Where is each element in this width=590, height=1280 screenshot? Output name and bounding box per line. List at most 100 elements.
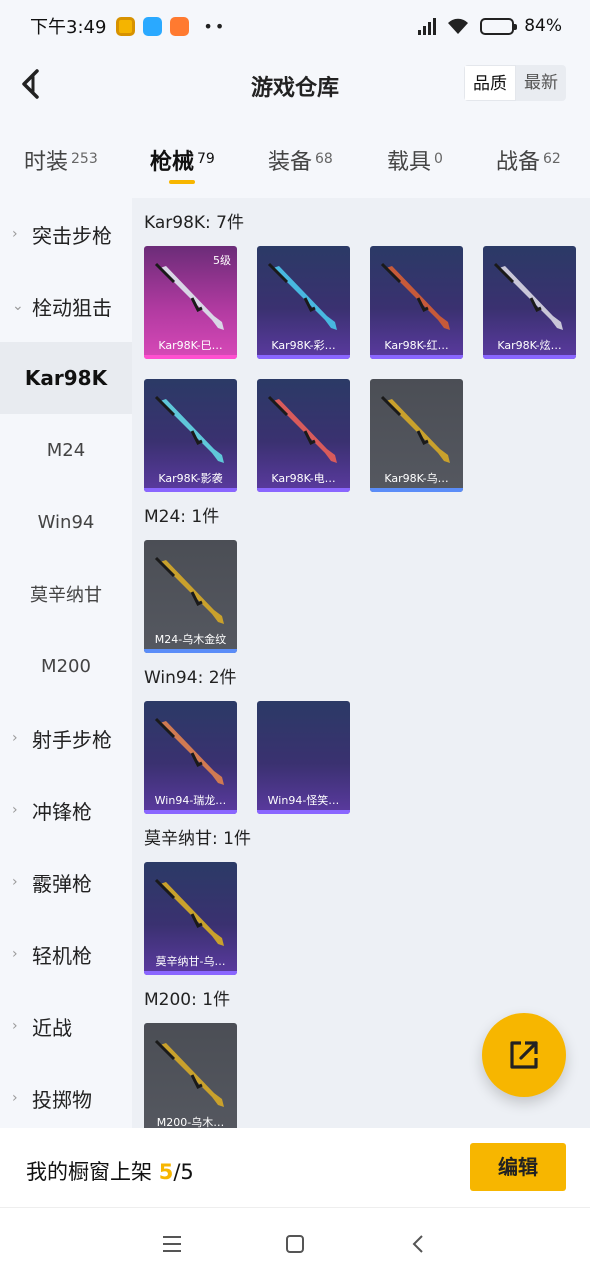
level-badge: 5级 <box>213 254 231 267</box>
showcase-bar: 我的橱窗上架 5/5 编辑 <box>0 1128 590 1208</box>
showcase-status: 我的橱窗上架 5/5 <box>26 1156 194 1186</box>
weapon-card[interactable]: Kar98K-彩… <box>257 246 350 359</box>
tab-label: 枪械 <box>150 150 195 175</box>
sidebar-item-5[interactable]: 莫辛纳甘 <box>0 558 132 630</box>
rifle-icon <box>267 395 337 463</box>
weapon-name: 莫辛纳甘-乌… <box>155 955 226 968</box>
rifle-icon <box>380 395 450 463</box>
weapon-name: M24-乌木金纹 <box>154 633 227 646</box>
sidebar-item-2[interactable]: Kar98K <box>0 342 132 414</box>
sidebar-item-9[interactable]: › 霰弹枪 <box>0 846 132 918</box>
chevron-down-icon: ⌄ <box>12 298 24 314</box>
chevron-right-icon: › <box>12 1090 18 1106</box>
tab-count: 253 <box>71 150 98 167</box>
weapon-card[interactable]: Kar98K-乌… <box>370 379 463 492</box>
weapon-card[interactable]: Kar98K-红… <box>370 246 463 359</box>
chat-app-icon <box>143 16 163 36</box>
status-time: 下午3:49 <box>30 17 107 38</box>
sidebar-item-0[interactable]: › 突击步枪 <box>0 198 132 270</box>
system-back-button[interactable] <box>398 1224 438 1264</box>
rarity-bar <box>144 971 237 975</box>
sidebar-item-label: 突击步枪 <box>32 223 112 248</box>
weapon-name: Win94-瑞龙… <box>154 794 227 807</box>
edit-button[interactable]: 编辑 <box>470 1143 566 1191</box>
sidebar-item-label: 冲锋枪 <box>32 799 92 824</box>
recent-apps-button[interactable] <box>152 1224 192 1264</box>
weapon-name: Kar98K-乌… <box>384 472 449 485</box>
rifle-icon <box>154 395 224 463</box>
rarity-bar <box>370 488 463 492</box>
weapon-name: Kar98K-巳… <box>158 339 223 352</box>
wallet-app-icon <box>116 16 136 36</box>
section-title: Kar98K: 7件 <box>144 213 244 233</box>
header: 游戏仓库 品质 最新 <box>0 52 590 116</box>
rarity-bar <box>144 810 237 814</box>
tab-4[interactable]: 战备 62 <box>496 144 561 176</box>
weapon-card[interactable]: Win94-瑞龙… <box>144 701 237 814</box>
sidebar-item-3[interactable]: M24 <box>0 414 132 486</box>
rarity-bar <box>483 355 576 359</box>
weapon-grid: 莫辛纳甘-乌… <box>144 862 590 975</box>
weapon-card[interactable]: 5级 Kar98K-巳… <box>144 246 237 359</box>
tab-active-indicator <box>169 180 196 184</box>
sidebar-item-label: 轻机枪 <box>32 943 92 968</box>
sidebar-item-label: 莫辛纳甘 <box>30 585 102 606</box>
weapon-name: Kar98K-电… <box>271 472 336 485</box>
tab-1[interactable]: 枪械 79 <box>150 144 215 184</box>
status-app-icons <box>116 16 190 36</box>
rarity-bar <box>370 355 463 359</box>
sidebar-item-12[interactable]: › 投掷物 <box>0 1062 132 1134</box>
tab-0[interactable]: 时装 253 <box>24 144 98 176</box>
weapon-card[interactable]: 莫辛纳甘-乌… <box>144 862 237 975</box>
rifle-icon <box>154 717 224 785</box>
chevron-left-icon <box>412 1235 424 1253</box>
weapon-grid: 5级 Kar98K-巳… Kar98K-彩… Kar98K-红… Kar98K-炫… Ka… <box>144 246 590 492</box>
weapon-card[interactable]: M200-乌木… <box>144 1023 237 1128</box>
category-tabs: 时装 253 枪械 79 装备 68 载具 0 战备 62 <box>0 128 590 194</box>
sidebar-item-8[interactable]: › 冲锋枪 <box>0 774 132 846</box>
wifi-icon <box>448 18 469 34</box>
shop-app-icon <box>170 16 190 36</box>
home-button[interactable] <box>275 1224 315 1264</box>
section-title: M24: 1件 <box>144 507 220 527</box>
sidebar-item-label: 霰弹枪 <box>32 871 92 896</box>
sidebar-item-7[interactable]: › 射手步枪 <box>0 702 132 774</box>
tab-label: 时装 <box>24 150 69 175</box>
system-nav-bar <box>0 1208 590 1280</box>
chevron-right-icon: › <box>12 226 18 242</box>
showcase-current-count: 5 <box>158 1160 174 1184</box>
weapon-name: Kar98K-彩… <box>271 339 336 352</box>
share-fab-button[interactable] <box>482 1013 566 1097</box>
sidebar-item-10[interactable]: › 轻机枪 <box>0 918 132 990</box>
menu-icon <box>162 1236 181 1252</box>
showcase-label: 我的橱窗上架 <box>26 1160 152 1184</box>
sidebar-item-label: Win94 <box>37 511 95 533</box>
rarity-bar <box>257 488 350 492</box>
signal-icon <box>418 17 437 35</box>
weapon-card[interactable]: Kar98K-影袭 <box>144 379 237 492</box>
chevron-right-icon: › <box>12 1018 18 1034</box>
tab-2[interactable]: 装备 68 <box>268 144 333 176</box>
sidebar-item-label: 投掷物 <box>32 1087 92 1112</box>
sidebar-item-11[interactable]: › 近战 <box>0 990 132 1062</box>
weapon-card[interactable]: Kar98K-炫… <box>483 246 576 359</box>
sidebar-item-6[interactable]: M200 <box>0 630 132 702</box>
sort-option-newest[interactable]: 最新 <box>516 65 566 101</box>
tab-3[interactable]: 载具 0 <box>387 144 443 176</box>
rifle-icon <box>154 878 224 946</box>
sidebar-item-label: M200 <box>41 655 91 677</box>
weapon-card[interactable]: Win94-怪笑… <box>257 701 350 814</box>
chevron-right-icon: › <box>12 946 18 962</box>
weapon-name: Kar98K-影袭 <box>158 472 223 485</box>
rifle-icon <box>265 713 342 791</box>
sort-option-quality[interactable]: 品质 <box>464 65 516 101</box>
sidebar-item-label: 射手步枪 <box>32 727 112 752</box>
tab-count: 79 <box>197 150 215 167</box>
sidebar-item-label: 栓动狙击 <box>32 295 112 320</box>
weapon-name: Kar98K-红… <box>384 339 449 352</box>
weapon-card[interactable]: Kar98K-电… <box>257 379 350 492</box>
sidebar-item-4[interactable]: Win94 <box>0 486 132 558</box>
rarity-bar <box>144 649 237 653</box>
sidebar-item-1[interactable]: ⌄ 栓动狙击 <box>0 270 132 342</box>
weapon-card[interactable]: M24-乌木金纹 <box>144 540 237 653</box>
